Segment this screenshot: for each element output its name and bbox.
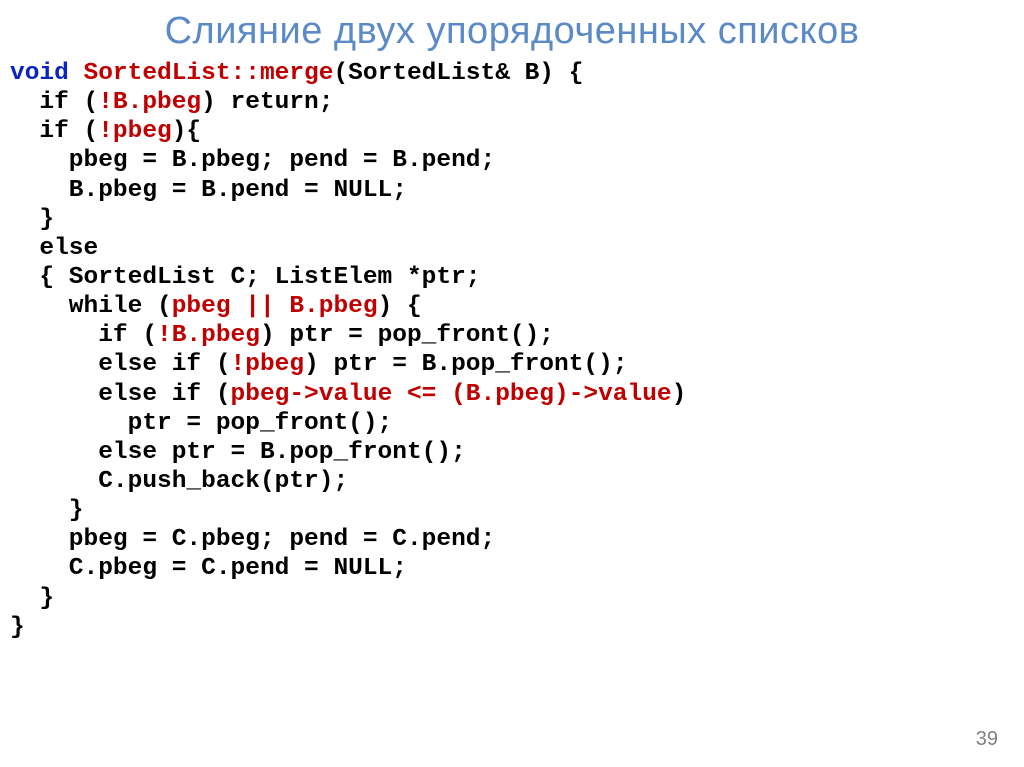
slide: Слияние двух упорядоченных списков void … <box>0 0 1024 767</box>
code-em: !B.pbeg <box>98 89 201 116</box>
code-text: ) ptr = B.pop_front(); <box>304 351 627 378</box>
code-em: pbeg->value <= (B.pbeg)->value <box>231 381 672 408</box>
code-text: } <box>10 614 25 641</box>
code-text: } <box>10 497 84 524</box>
code-em: pbeg || B.pbeg <box>172 293 378 320</box>
code-text: if ( <box>10 89 98 116</box>
code-text: while ( <box>10 293 172 320</box>
code-text: else if ( <box>10 381 231 408</box>
code-text: else ptr = B.pop_front(); <box>10 439 466 466</box>
page-number: 39 <box>976 728 998 751</box>
code-text: C.push_back(ptr); <box>10 468 348 495</box>
code-text: } <box>10 206 54 233</box>
code-text: pbeg = C.pbeg; pend = C.pend; <box>10 526 495 553</box>
code-text: pbeg = B.pbeg; pend = B.pend; <box>10 147 495 174</box>
code-text: C.pbeg = C.pend = NULL; <box>10 555 407 582</box>
code-em: !pbeg <box>98 118 172 145</box>
code-text: else if ( <box>10 351 231 378</box>
code-text: if ( <box>10 118 98 145</box>
code-text: ) { <box>378 293 422 320</box>
code-text: ) ptr = pop_front(); <box>260 322 554 349</box>
code-text: (SortedList& B) { <box>333 60 583 87</box>
code-em: SortedList::merge <box>84 60 334 87</box>
code-em: !pbeg <box>231 351 305 378</box>
code-kw: void <box>10 60 84 87</box>
slide-title: Слияние двух упорядоченных списков <box>0 0 1024 59</box>
code-text: if ( <box>10 322 157 349</box>
code-text: B.pbeg = B.pend = NULL; <box>10 177 407 204</box>
code-block: void SortedList::merge(SortedList& B) { … <box>0 59 1024 642</box>
code-text: ) return; <box>201 89 333 116</box>
code-text: ) <box>672 381 687 408</box>
code-text: else <box>10 235 98 262</box>
code-text: } <box>10 585 54 612</box>
code-em: !B.pbeg <box>157 322 260 349</box>
code-text: ptr = pop_front(); <box>10 410 392 437</box>
code-text: ){ <box>172 118 201 145</box>
code-text: { SortedList C; ListElem *ptr; <box>10 264 480 291</box>
